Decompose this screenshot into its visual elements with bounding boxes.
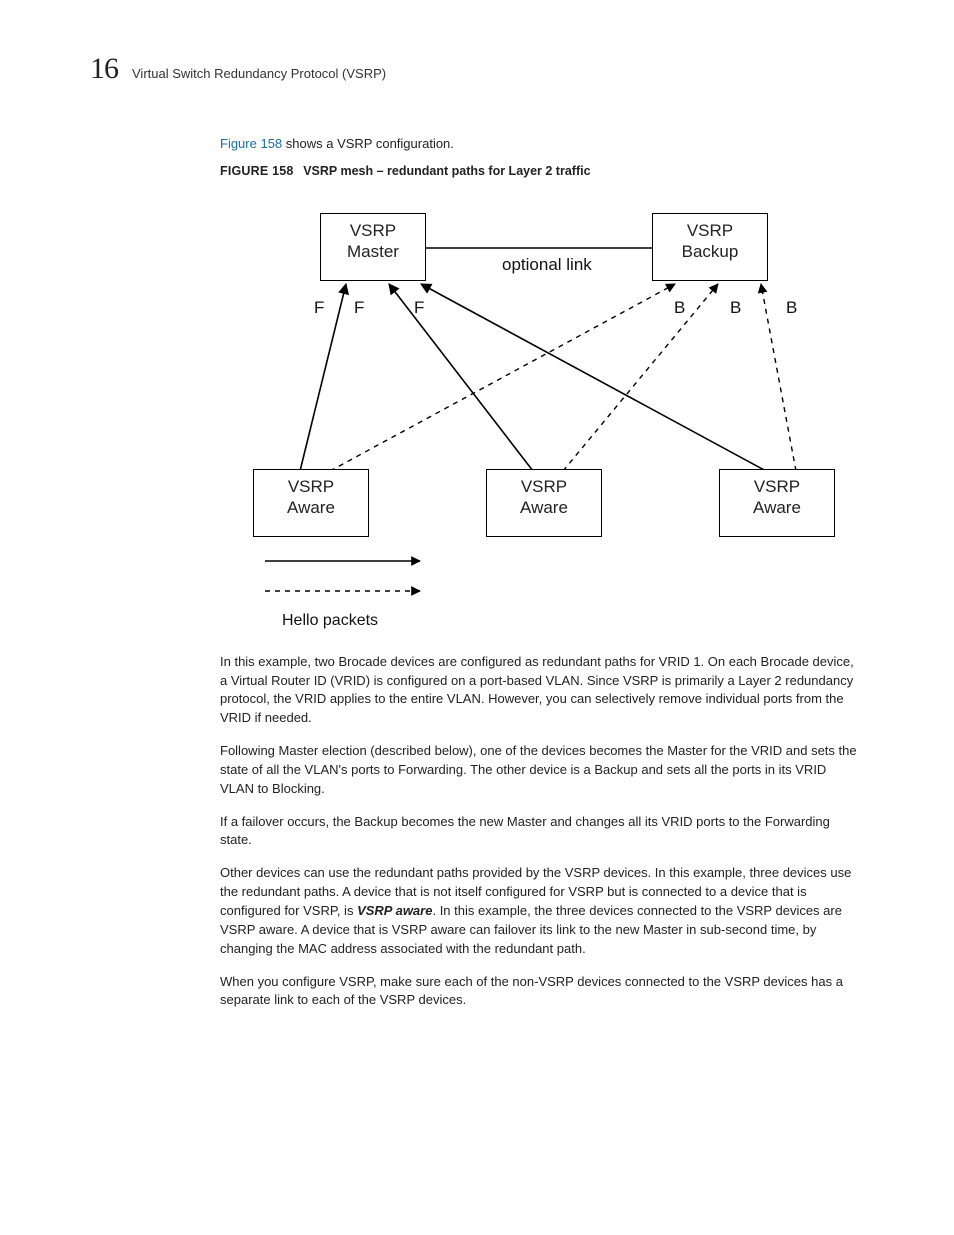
paragraph-2: Following Master election (described bel… (220, 742, 860, 799)
paragraph-1: In this example, two Brocade devices are… (220, 653, 860, 728)
body-paragraphs: In this example, two Brocade devices are… (220, 653, 860, 1011)
figure-label: FIGURE 158 (220, 164, 294, 178)
intro-line: Figure 158 shows a VSRP configuration. (220, 135, 860, 154)
chapter-number: 16 (90, 52, 118, 86)
node-vsrp-aware-2: VSRP Aware (486, 469, 602, 537)
label-optional-link: optional link (502, 253, 592, 278)
node-vsrp-aware-1: VSRP Aware (253, 469, 369, 537)
node-backup-l1: VSRP (653, 220, 767, 241)
node-aware2-l2: Aware (487, 497, 601, 518)
paragraph-5: When you configure VSRP, make sure each … (220, 973, 860, 1011)
paragraph-3: If a failover occurs, the Backup becomes… (220, 813, 860, 851)
chapter-title: Virtual Switch Redundancy Protocol (VSRP… (132, 66, 386, 81)
paragraph-4-em: VSRP aware (357, 903, 432, 918)
label-b1: B (674, 296, 685, 321)
node-master-l1: VSRP (321, 220, 425, 241)
label-f3: F (414, 296, 424, 321)
intro-rest: shows a VSRP configuration. (282, 136, 454, 151)
paragraph-4: Other devices can use the redundant path… (220, 864, 860, 958)
node-aware3-l2: Aware (720, 497, 834, 518)
node-master-l2: Master (321, 241, 425, 262)
node-vsrp-backup: VSRP Backup (652, 213, 768, 281)
label-f2: F (354, 296, 364, 321)
page-header: 16 Virtual Switch Redundancy Protocol (V… (90, 52, 386, 86)
node-backup-l2: Backup (653, 241, 767, 262)
label-hello-packets: Hello packets (282, 609, 378, 632)
figure-desc: VSRP mesh – redundant paths for Layer 2 … (303, 164, 590, 178)
page-content: Figure 158 shows a VSRP configuration. F… (220, 135, 860, 1024)
figure-ref-link[interactable]: Figure 158 (220, 136, 282, 151)
figure-caption: FIGURE 158 VSRP mesh – redundant paths f… (220, 162, 860, 181)
label-b2: B (730, 296, 741, 321)
page: 16 Virtual Switch Redundancy Protocol (V… (0, 0, 954, 1235)
node-aware3-l1: VSRP (720, 476, 834, 497)
diagram: VSRP Master VSRP Backup VSRP Aware VSRP … (220, 211, 860, 641)
node-aware2-l1: VSRP (487, 476, 601, 497)
label-f1: F (314, 296, 324, 321)
node-aware1-l2: Aware (254, 497, 368, 518)
node-aware1-l1: VSRP (254, 476, 368, 497)
node-vsrp-master: VSRP Master (320, 213, 426, 281)
node-vsrp-aware-3: VSRP Aware (719, 469, 835, 537)
label-b3: B (786, 296, 797, 321)
